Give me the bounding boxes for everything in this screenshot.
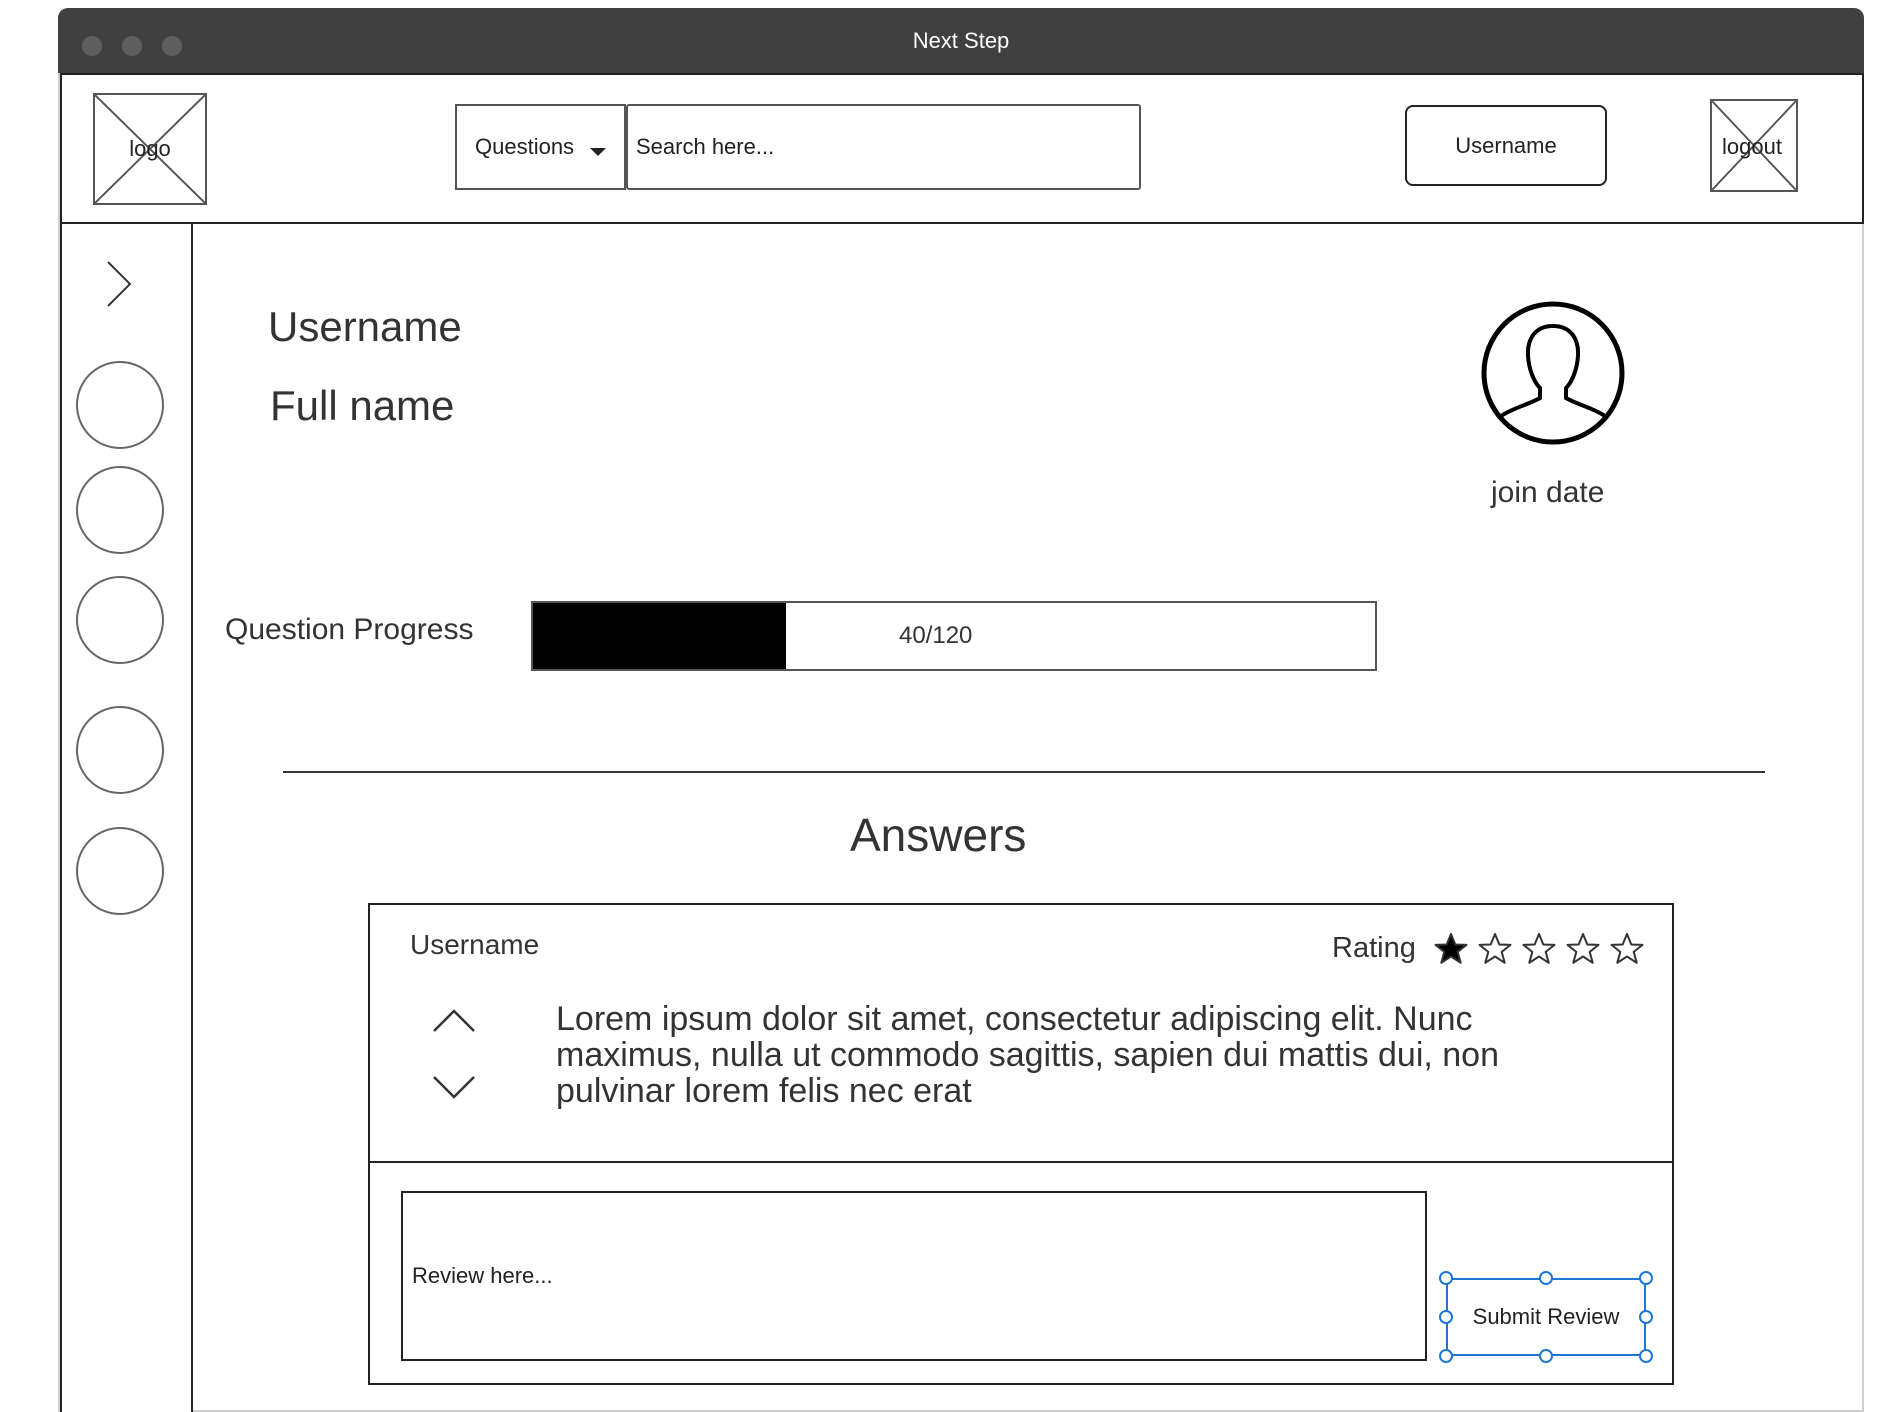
selection-handle[interactable] [1439, 1271, 1453, 1285]
user-avatar-icon [1481, 301, 1625, 445]
selection-handle[interactable] [1639, 1271, 1653, 1285]
selection-handle[interactable] [1539, 1349, 1553, 1363]
title-bar: Next Step [58, 8, 1864, 73]
rating-star-5-icon[interactable] [1610, 932, 1644, 966]
window-title: Next Step [912, 28, 1010, 53]
username-button[interactable]: Username [1405, 105, 1607, 186]
rating-star-1-icon[interactable] [1434, 932, 1468, 966]
answer-body: Lorem ipsum dolor sit amet, consectetur … [556, 1000, 1500, 1110]
sidebar-item-1[interactable] [76, 361, 164, 449]
answers-heading: Answers [850, 809, 1027, 861]
selection-handle[interactable] [1539, 1271, 1553, 1285]
sidebar-item-5[interactable] [76, 827, 164, 915]
sidebar-item-2[interactable] [76, 466, 164, 554]
logo-image[interactable]: logo [93, 93, 207, 205]
rating-star-4-icon[interactable] [1566, 932, 1600, 966]
answer-username: Username [410, 929, 540, 960]
profile-username: Username [268, 303, 462, 350]
profile-full-name: Full name [270, 382, 455, 429]
section-divider [283, 771, 1765, 773]
caret-down-icon [590, 148, 606, 156]
submit-review-button[interactable]: Submit Review [1446, 1278, 1646, 1356]
rating-star-2-icon[interactable] [1478, 932, 1512, 966]
sidebar-item-3[interactable] [76, 576, 164, 664]
selection-handle[interactable] [1639, 1310, 1653, 1324]
progress-label: Question Progress [225, 613, 474, 646]
selection-handle[interactable] [1639, 1349, 1653, 1363]
logout-button[interactable]: logout [1710, 99, 1798, 192]
search-category-dropdown[interactable]: Questions [455, 104, 626, 190]
selection-handle[interactable] [1439, 1310, 1453, 1324]
progress-fill [533, 603, 786, 669]
question-progress-bar: 40/120 [531, 601, 1377, 671]
logo-label: logo [129, 136, 171, 161]
selection-handle[interactable] [1439, 1349, 1453, 1363]
expand-sidebar-chevron-icon[interactable] [100, 258, 136, 310]
review-textarea[interactable]: Review here... [401, 1191, 1427, 1361]
rating-label: Rating [1332, 932, 1416, 964]
search-input[interactable]: Search here... [626, 104, 1141, 190]
sidebar-item-4[interactable] [76, 706, 164, 794]
progress-text: 40/120 [899, 622, 973, 649]
logout-label: logout [1722, 134, 1782, 159]
join-date: join date [1491, 476, 1605, 509]
answer-card-divider [370, 1161, 1672, 1163]
downvote-arrow-icon[interactable] [430, 1073, 478, 1103]
search-category-label: Questions [475, 134, 575, 159]
upvote-arrow-icon[interactable] [430, 1005, 478, 1035]
rating-star-3-icon[interactable] [1522, 932, 1556, 966]
